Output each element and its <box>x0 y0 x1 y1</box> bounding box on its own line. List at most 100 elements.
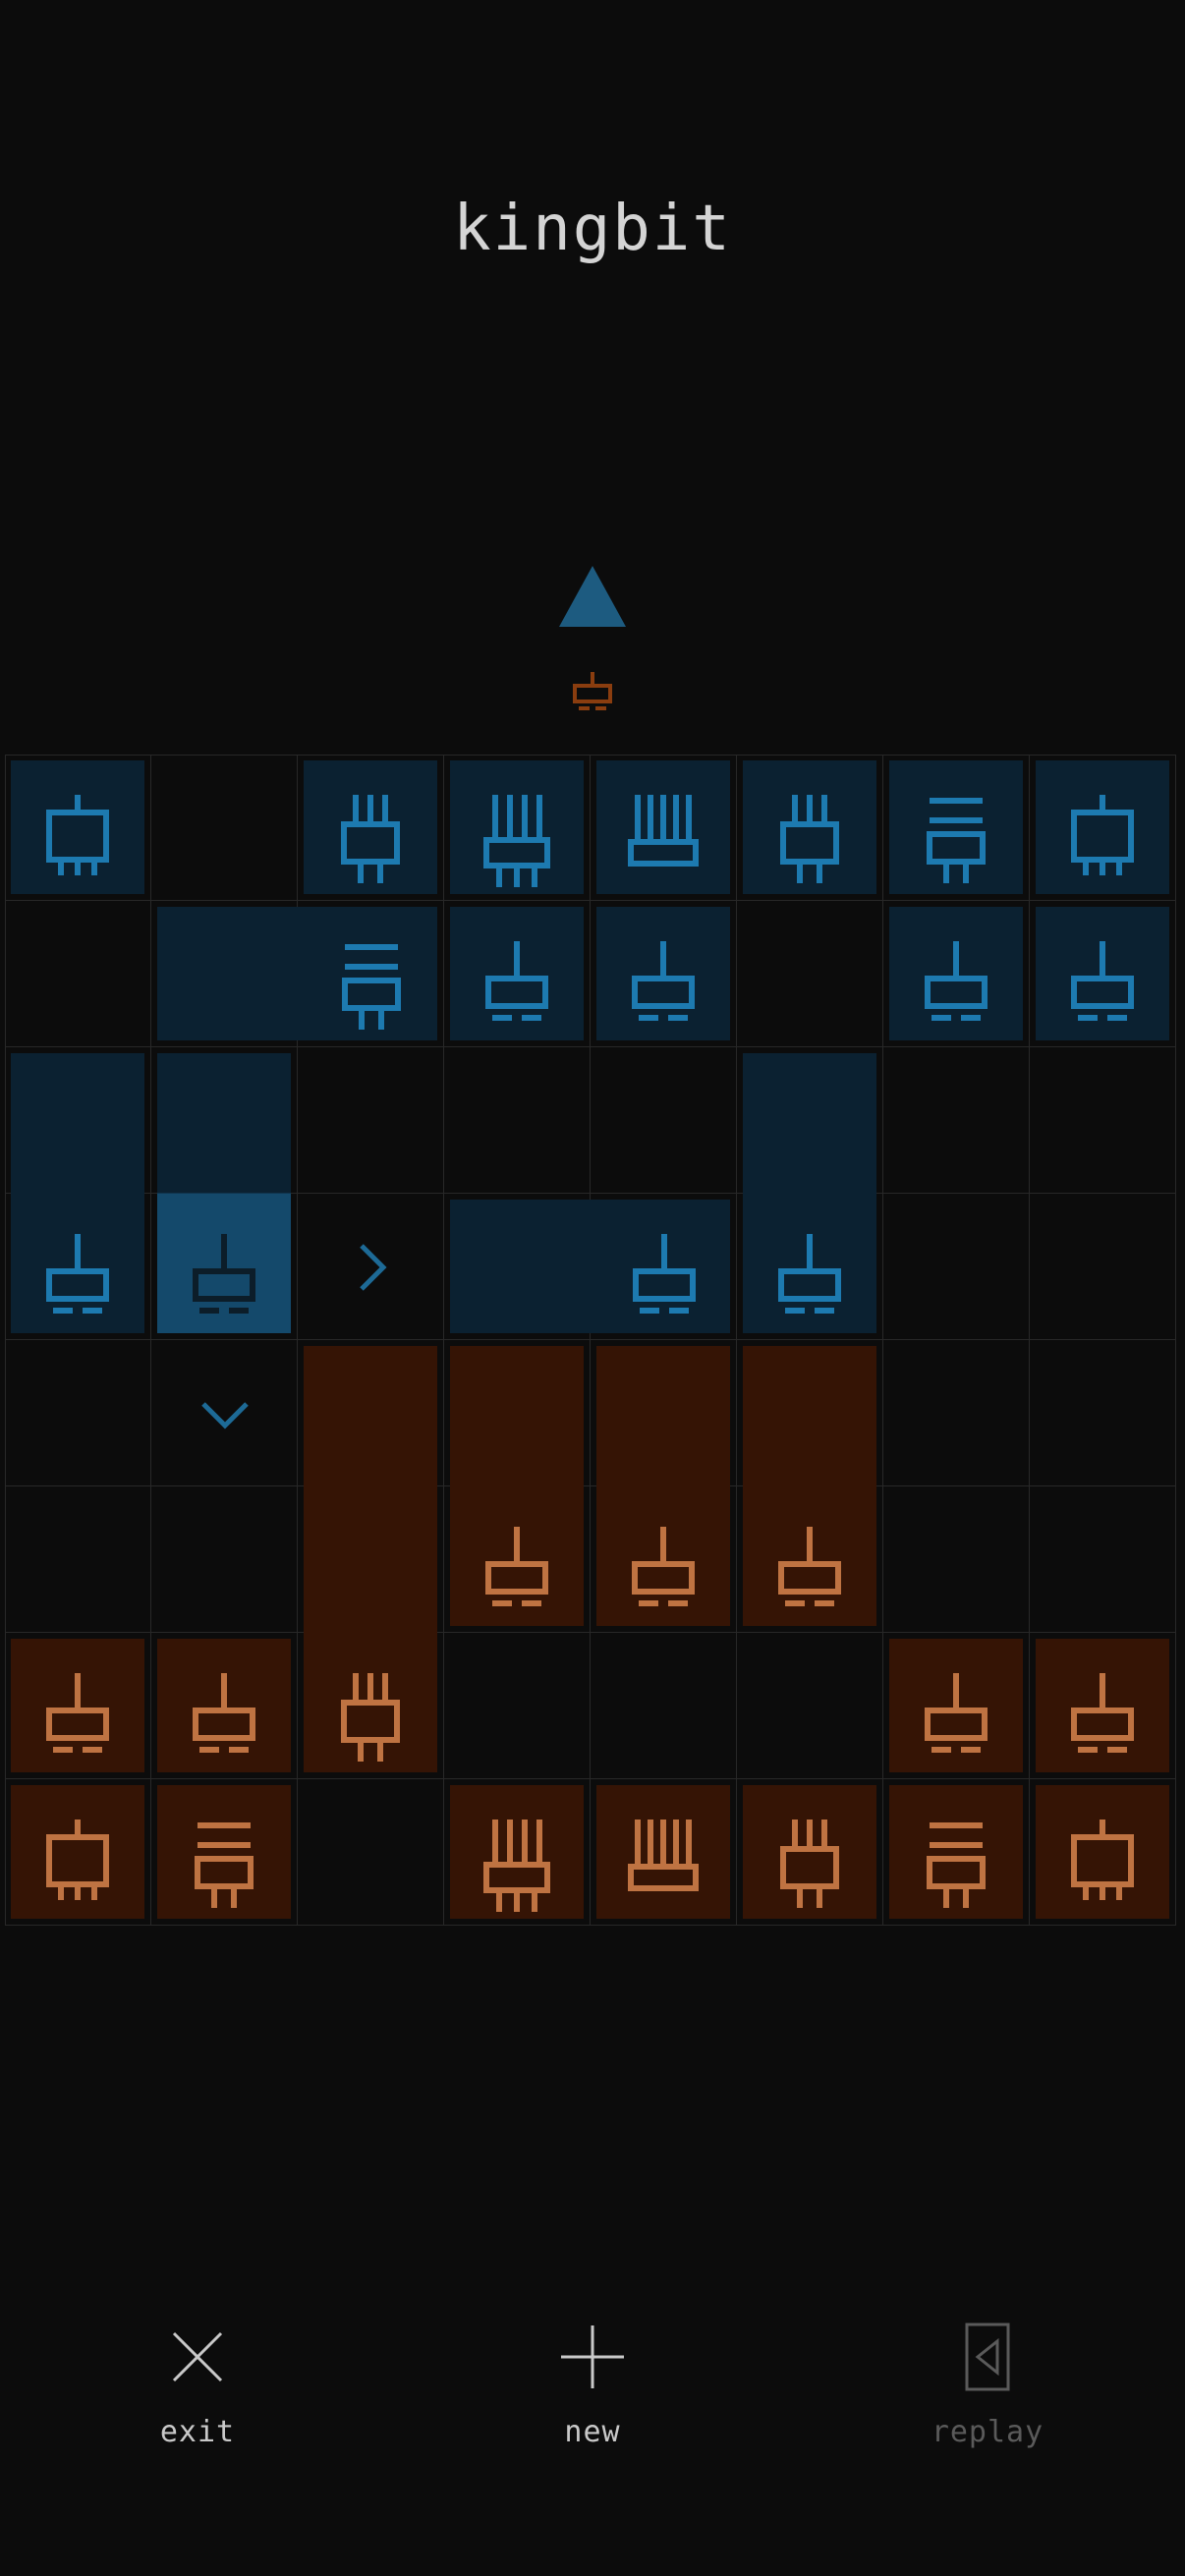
board-cell[interactable] <box>298 1047 444 1194</box>
board-cell[interactable] <box>737 901 883 1047</box>
exit-button[interactable]: exit <box>0 2289 395 2486</box>
replay-icon <box>964 2321 1011 2393</box>
board-cell[interactable] <box>444 1047 591 1194</box>
board-cell[interactable] <box>883 1486 1030 1633</box>
tile-r7c3[interactable] <box>450 1785 584 1919</box>
chip-stem-up-3legs-down-icon <box>11 791 144 881</box>
tile-r4c3[interactable] <box>450 1346 584 1626</box>
tile-r0c3[interactable] <box>450 760 584 894</box>
tile-r0c5[interactable] <box>743 760 876 894</box>
tile-r0c2[interactable] <box>304 760 437 894</box>
chip-stem-up-2dashes-icon <box>450 1523 584 1613</box>
chip-stem-up-2dashes-icon <box>889 937 1023 1028</box>
chevron-right-icon[interactable] <box>298 1194 444 1340</box>
board-cell[interactable] <box>1030 1486 1176 1633</box>
held-piece-icon <box>565 670 620 721</box>
chip-stem-up-3legs-down-icon <box>1036 791 1169 881</box>
chip-stem-up-2dashes-icon <box>889 1669 1023 1760</box>
tile-r7c4[interactable] <box>596 1785 730 1919</box>
chip-stem-up-2dashes-icon <box>11 1230 144 1320</box>
tile-r0c4[interactable] <box>596 760 730 894</box>
board-cell[interactable] <box>151 1486 298 1633</box>
chip-stem-up-2dashes-icon <box>157 1230 291 1320</box>
tile-r4c4[interactable] <box>596 1346 730 1626</box>
board-cell[interactable] <box>591 1047 737 1194</box>
tile-r6c1[interactable] <box>157 1639 291 1772</box>
tile-r7c1[interactable] <box>157 1785 291 1919</box>
bar-5pins-up-icon <box>596 1816 730 1900</box>
chip-3pins-up-2legs-down-icon <box>743 791 876 889</box>
board-cell[interactable] <box>1030 1194 1176 1340</box>
tile-r1c7[interactable] <box>1036 907 1169 1040</box>
bottom-toolbar: exit new replay <box>0 2289 1185 2486</box>
two-bars-chip-2legs-down-icon <box>889 791 1023 889</box>
chip-3pins-up-2legs-down-icon <box>304 791 437 889</box>
tile-r7c7[interactable] <box>1036 1785 1169 1919</box>
chip-3pins-up-2legs-down-icon <box>743 1816 876 1914</box>
board-cell[interactable] <box>883 1194 1030 1340</box>
bar-4pins-up-3legs-down-icon <box>450 1816 584 1918</box>
tile-r0c0[interactable] <box>11 760 144 894</box>
two-bars-chip-2legs-down-icon <box>157 1816 291 1914</box>
cursor-preview-area <box>0 550 1185 727</box>
tile-r2c0[interactable] <box>11 1053 144 1333</box>
game-screen: kingbit exit new replay <box>0 0 1185 2576</box>
tile-r0c6[interactable] <box>889 760 1023 894</box>
bar-5pins-up-icon <box>596 791 730 875</box>
game-board[interactable] <box>5 755 1180 1928</box>
two-bars-chip-2legs-down-icon <box>889 1816 1023 1914</box>
tile-r7c5[interactable] <box>743 1785 876 1919</box>
exit-label: exit <box>159 2415 236 2449</box>
two-bars-chip-2legs-down-icon <box>157 937 437 1036</box>
chip-stem-up-2dashes-icon <box>596 1523 730 1613</box>
new-label: new <box>564 2415 621 2449</box>
board-cell[interactable] <box>151 755 298 901</box>
board-cell[interactable] <box>298 1779 444 1926</box>
tile-r6c6[interactable] <box>889 1639 1023 1772</box>
tile-r1c6[interactable] <box>889 907 1023 1040</box>
tile-r3c3[interactable] <box>450 1200 730 1333</box>
tile-r4c5[interactable] <box>743 1346 876 1626</box>
chip-stem-up-2dashes-icon <box>743 1523 876 1613</box>
page-title: kingbit <box>453 193 732 265</box>
tile-r6c7[interactable] <box>1036 1639 1169 1772</box>
chip-stem-up-2dashes-icon <box>1036 937 1169 1028</box>
board-cell[interactable] <box>1030 1047 1176 1194</box>
tile-r4c2[interactable] <box>304 1346 437 1772</box>
plus-icon <box>557 2321 628 2393</box>
board-cell[interactable] <box>883 1047 1030 1194</box>
chip-stem-up-2dashes-icon <box>1036 1669 1169 1760</box>
tile-r1c1[interactable] <box>157 907 437 1040</box>
tile-r0c7[interactable] <box>1036 760 1169 894</box>
tile-r2c5[interactable] <box>743 1053 876 1333</box>
bar-4pins-up-3legs-down-icon <box>450 791 584 893</box>
triangle-up-icon <box>559 566 626 627</box>
chip-stem-up-2dashes-icon <box>743 1230 876 1320</box>
board-cell[interactable] <box>883 1340 1030 1486</box>
new-button[interactable]: new <box>395 2289 790 2486</box>
chip-stem-up-3legs-down-icon <box>1036 1816 1169 1906</box>
chevron-down-icon[interactable] <box>151 1340 298 1486</box>
board-cell[interactable] <box>444 1633 591 1779</box>
chip-stem-up-2dashes-icon <box>596 937 730 1028</box>
board-cell[interactable] <box>591 1633 737 1779</box>
board-cell[interactable] <box>5 1340 151 1486</box>
tile-r7c6[interactable] <box>889 1785 1023 1919</box>
tile-r6c0[interactable] <box>11 1639 144 1772</box>
board-cell[interactable] <box>1030 1340 1176 1486</box>
replay-button[interactable]: replay <box>790 2289 1185 2486</box>
tile-r1c4[interactable] <box>596 907 730 1040</box>
replay-label: replay <box>931 2415 1044 2449</box>
tile-r7c0[interactable] <box>11 1785 144 1919</box>
chip-stem-up-2dashes-icon <box>157 1669 291 1760</box>
board-cell[interactable] <box>5 1486 151 1633</box>
board-cell[interactable] <box>5 901 151 1047</box>
close-x-icon <box>166 2321 229 2393</box>
tile-r2c1[interactable] <box>157 1053 291 1333</box>
chip-stem-up-2dashes-icon <box>450 1230 730 1320</box>
chip-stem-up-2dashes-icon <box>450 937 584 1028</box>
board-cell[interactable] <box>737 1633 883 1779</box>
chip-3pins-up-2legs-down-icon <box>304 1669 437 1767</box>
tile-r1c3[interactable] <box>450 907 584 1040</box>
chip-stem-up-2dashes-icon <box>11 1669 144 1760</box>
